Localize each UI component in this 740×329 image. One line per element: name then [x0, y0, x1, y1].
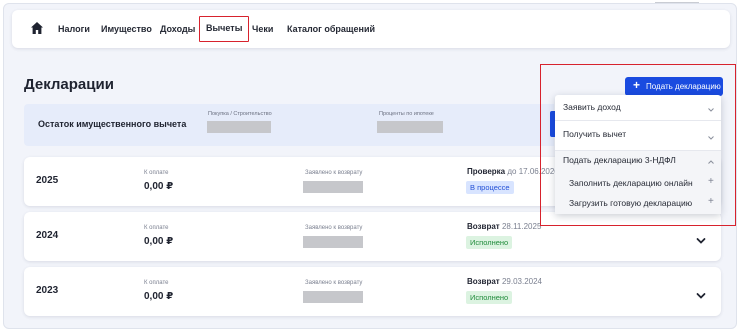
purchase-label: Покупка / Строительство — [208, 111, 272, 117]
status-badge: Исполнено — [466, 236, 513, 249]
refund-label: Заявлено к возврату — [305, 225, 363, 231]
status-date: 29.03.2024 — [501, 277, 542, 286]
nav-item-receipts[interactable]: Чеки — [252, 18, 273, 40]
chevron-down-icon[interactable] — [696, 232, 706, 244]
nav-item-property[interactable]: Имущество — [101, 18, 152, 40]
pay-amount: 0,00 ₽ — [144, 236, 174, 247]
status-type: Возврат — [467, 222, 500, 231]
pay-amount: 0,00 ₽ — [144, 291, 174, 302]
pay-label: К оплате — [144, 280, 169, 286]
nav-item-deductions[interactable]: Вычеты — [199, 16, 250, 42]
page-background: Налоги Имущество Доходы Вычеты Чеки Ката… — [3, 3, 737, 329]
refund-value-redacted — [303, 291, 363, 303]
status-date: 28.11.2025 — [501, 222, 542, 231]
status-type: Возврат — [467, 277, 500, 286]
status-type: Проверка — [467, 167, 506, 176]
nav-item-appeals-catalog[interactable]: Каталог обращений — [287, 18, 375, 40]
purchase-value-redacted — [207, 121, 271, 133]
deduction-balance-banner: Остаток имущественного вычета Покупка / … — [24, 104, 554, 146]
refund-value-redacted — [303, 236, 363, 248]
banner-title: Остаток имущественного вычета — [38, 119, 187, 129]
pay-label: К оплате — [144, 225, 169, 231]
status-line: Возврат 29.03.2024 — [467, 277, 542, 286]
card-year: 2023 — [36, 285, 59, 296]
top-nav: Налоги Имущество Доходы Вычеты Чеки Ката… — [12, 10, 730, 48]
declaration-card-2023[interactable]: 2023 К оплате 0,00 ₽ Заявлено к возврату… — [24, 267, 721, 316]
refund-label: Заявлено к возврату — [305, 280, 363, 286]
status-badge: В процессе — [466, 181, 514, 194]
status-badge: Исполнено — [466, 291, 513, 304]
annotation-highlight-box — [540, 64, 736, 226]
status-line: Возврат 28.11.2025 — [467, 222, 541, 231]
nav-item-income[interactable]: Доходы — [160, 18, 195, 40]
card-year: 2025 — [36, 175, 59, 186]
home-icon[interactable] — [30, 21, 44, 35]
mortgage-value-redacted — [377, 121, 443, 133]
chevron-down-icon[interactable] — [696, 287, 706, 299]
card-year: 2024 — [36, 230, 59, 241]
mortgage-label: Проценты по ипотеке — [379, 111, 434, 117]
nav-item-taxes[interactable]: Налоги — [58, 18, 90, 40]
refund-value-redacted — [303, 181, 363, 193]
pay-label: К оплате — [144, 170, 169, 176]
page-title: Декларации — [24, 76, 114, 93]
refund-label: Заявлено к возврату — [305, 170, 363, 176]
pay-amount: 0,00 ₽ — [144, 181, 174, 192]
